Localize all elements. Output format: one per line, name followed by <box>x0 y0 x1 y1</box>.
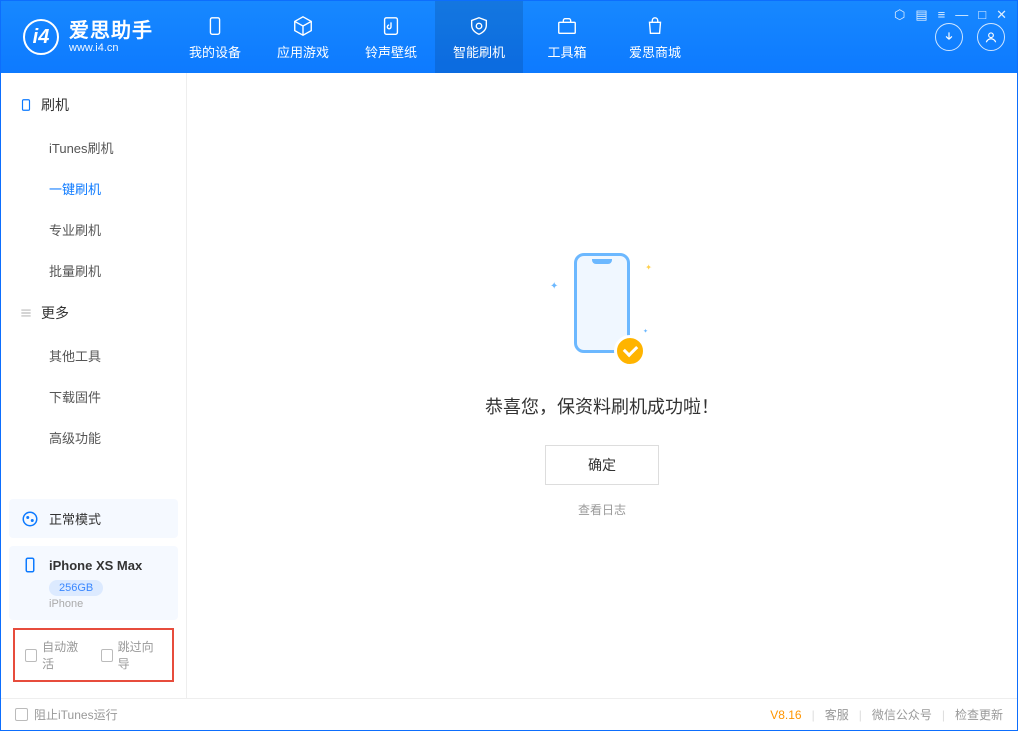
nav-apps[interactable]: 应用游戏 <box>259 1 347 73</box>
nav-my-device[interactable]: 我的设备 <box>171 1 259 73</box>
refresh-shield-icon <box>467 14 491 38</box>
checkbox-icon <box>101 649 113 662</box>
side-one-click-flash[interactable]: 一键刷机 <box>1 168 186 209</box>
bag-icon <box>643 14 667 38</box>
header: ⬡ ▤ ≡ — □ ✕ i4 爱思助手 www.i4.cn 我的设备 应用游戏 <box>1 1 1017 73</box>
header-right <box>935 23 1017 51</box>
device-icon <box>203 14 227 38</box>
sparkle-icon: ✦ <box>643 328 648 335</box>
device-small-icon <box>21 556 39 574</box>
main-nav: 我的设备 应用游戏 铃声壁纸 智能刷机 工具箱 爱思商城 <box>171 1 699 73</box>
shirt-icon[interactable]: ⬡ <box>894 7 905 23</box>
storage-badge: 256GB <box>49 580 103 596</box>
window-controls: ⬡ ▤ ≡ — □ ✕ <box>894 7 1007 23</box>
side-pro-flash[interactable]: 专业刷机 <box>1 209 186 250</box>
mode-icon <box>21 510 39 528</box>
minimize-icon[interactable]: — <box>955 7 968 23</box>
view-log-link[interactable]: 查看日志 <box>578 501 626 518</box>
phone-small-icon <box>19 98 33 112</box>
menu-icon[interactable]: ≡ <box>938 7 946 23</box>
block-itunes-checkbox[interactable]: 阻止iTunes运行 <box>15 706 118 723</box>
logo-icon: i4 <box>23 19 59 55</box>
nav-flash[interactable]: 智能刷机 <box>435 1 523 73</box>
version-label: V8.16 <box>770 708 801 722</box>
success-message: 恭喜您，保资料刷机成功啦！ <box>485 393 719 419</box>
auto-activate-checkbox[interactable]: 自动激活 <box>25 638 87 672</box>
side-download-fw[interactable]: 下载固件 <box>1 376 186 417</box>
main-content: ✦ ✦ ✦ 恭喜您，保资料刷机成功啦！ 确定 查看日志 <box>187 73 1017 698</box>
update-link[interactable]: 检查更新 <box>955 706 1003 723</box>
side-advanced[interactable]: 高级功能 <box>1 417 186 458</box>
nav-store[interactable]: 爱思商城 <box>611 1 699 73</box>
device-type: iPhone <box>49 598 166 610</box>
check-badge-icon <box>614 335 646 367</box>
side-itunes-flash[interactable]: iTunes刷机 <box>1 127 186 168</box>
note-icon[interactable]: ▤ <box>915 7 927 23</box>
nav-toolbox[interactable]: 工具箱 <box>523 1 611 73</box>
highlighted-options: 自动激活 跳过向导 <box>13 628 174 682</box>
device-name: iPhone XS Max <box>49 558 142 573</box>
success-illustration: ✦ ✦ ✦ <box>562 253 642 363</box>
download-button[interactable] <box>935 23 963 51</box>
sparkle-icon: ✦ <box>550 281 558 292</box>
support-link[interactable]: 客服 <box>825 706 849 723</box>
confirm-button[interactable]: 确定 <box>545 445 659 485</box>
logo: i4 爱思助手 www.i4.cn <box>1 19 171 55</box>
side-other-tools[interactable]: 其他工具 <box>1 335 186 376</box>
cube-icon <box>291 14 315 38</box>
group-more: 更多 <box>1 291 186 335</box>
app-subtitle: www.i4.cn <box>69 42 153 54</box>
app-window: ⬡ ▤ ≡ — □ ✕ i4 爱思助手 www.i4.cn 我的设备 应用游戏 <box>0 0 1018 731</box>
briefcase-icon <box>555 14 579 38</box>
maximize-icon[interactable]: □ <box>978 7 986 23</box>
sparkle-icon: ✦ <box>645 263 652 272</box>
side-batch-flash[interactable]: 批量刷机 <box>1 250 186 291</box>
sidebar: 刷机 iTunes刷机 一键刷机 专业刷机 批量刷机 更多 其他工具 下载固件 … <box>1 73 187 698</box>
footer: 阻止iTunes运行 V8.16 | 客服 | 微信公众号 | 检查更新 <box>1 698 1017 730</box>
nav-ringtones[interactable]: 铃声壁纸 <box>347 1 435 73</box>
mode-card[interactable]: 正常模式 <box>9 499 178 538</box>
body: 刷机 iTunes刷机 一键刷机 专业刷机 批量刷机 更多 其他工具 下载固件 … <box>1 73 1017 698</box>
list-icon <box>19 306 33 320</box>
wechat-link[interactable]: 微信公众号 <box>872 706 932 723</box>
skip-guide-checkbox[interactable]: 跳过向导 <box>101 638 163 672</box>
app-title: 爱思助手 <box>69 20 153 42</box>
side-bottom: 正常模式 iPhone XS Max 256GB iPhone 自动激活 <box>1 491 186 698</box>
close-icon[interactable]: ✕ <box>996 7 1007 23</box>
checkbox-icon <box>15 708 28 721</box>
side-nav: 刷机 iTunes刷机 一键刷机 专业刷机 批量刷机 更多 其他工具 下载固件 … <box>1 73 186 491</box>
music-icon <box>379 14 403 38</box>
group-flash: 刷机 <box>1 83 186 127</box>
checkbox-icon <box>25 649 37 662</box>
user-button[interactable] <box>977 23 1005 51</box>
device-card[interactable]: iPhone XS Max 256GB iPhone <box>9 546 178 620</box>
